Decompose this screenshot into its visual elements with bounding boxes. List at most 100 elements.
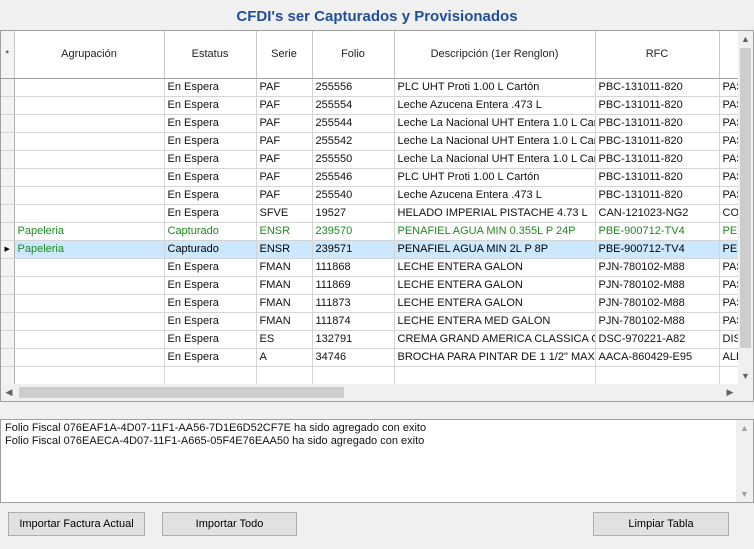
cell-agrupacion[interactable] xyxy=(14,294,165,313)
cell-serie[interactable]: PAF xyxy=(256,150,313,169)
cell-descripcion[interactable] xyxy=(394,366,596,384)
cell-estatus[interactable]: En Espera xyxy=(164,78,257,97)
cell-extra[interactable]: PEN xyxy=(719,222,738,241)
cell-estatus[interactable]: En Espera xyxy=(164,204,257,223)
cell-folio[interactable]: 239570 xyxy=(312,222,395,241)
cell-descripcion[interactable]: HELADO IMPERIAL PISTACHE 4.73 L xyxy=(394,204,596,223)
cell-extra[interactable]: PAS xyxy=(719,276,738,295)
table-row[interactable]: En Espera FMAN 111869 LECHE ENTERA GALON PJN… xyxy=(1,276,738,295)
row-header[interactable] xyxy=(1,258,15,277)
cell-folio[interactable]: 132791 xyxy=(312,330,395,349)
column-header-extra[interactable] xyxy=(719,31,738,79)
cell-descripcion[interactable]: LECHE ENTERA GALON xyxy=(394,276,596,295)
cell-serie[interactable]: PAF xyxy=(256,96,313,115)
cell-rfc[interactable]: AACA-860429-E95 xyxy=(595,348,720,367)
cell-rfc[interactable]: PBC-131011-820 xyxy=(595,150,720,169)
column-header-rfc[interactable]: RFC xyxy=(595,31,720,79)
cell-descripcion[interactable]: PLC UHT Proti 1.00 L Cartón xyxy=(394,78,596,97)
column-header-folio[interactable]: Folio xyxy=(312,31,395,79)
table-row[interactable]: Papeleria Capturado ENSR 239570 PENAFIEL AGU… xyxy=(1,222,738,241)
cell-folio[interactable]: 255540 xyxy=(312,186,395,205)
row-header[interactable] xyxy=(1,96,15,115)
cell-extra[interactable]: PAS xyxy=(719,312,738,331)
cell-descripcion[interactable]: CREMA GRAND AMERICA CLASSICA GALON xyxy=(394,330,596,349)
row-header[interactable]: ▶ xyxy=(1,240,15,259)
cell-agrupacion[interactable] xyxy=(14,168,165,187)
cell-estatus[interactable]: En Espera xyxy=(164,132,257,151)
cell-folio[interactable] xyxy=(312,366,395,384)
row-header[interactable] xyxy=(1,168,15,187)
cell-folio[interactable]: 19527 xyxy=(312,204,395,223)
cell-serie[interactable]: PAF xyxy=(256,78,313,97)
cell-descripcion[interactable]: Leche Azucena Entera .473 L xyxy=(394,186,596,205)
row-header[interactable] xyxy=(1,78,15,97)
table-row[interactable]: En Espera PAF 255542 Leche La Nacional UHT … xyxy=(1,132,738,151)
cell-serie[interactable] xyxy=(256,366,313,384)
table-row[interactable]: En Espera ES 132791 CREMA GRAND AMERICA CLA… xyxy=(1,330,738,349)
cell-descripcion[interactable]: Leche La Nacional UHT Entera 1.0 L Cartó… xyxy=(394,150,596,169)
cell-extra[interactable]: PAS xyxy=(719,294,738,313)
cell-estatus[interactable]: En Espera xyxy=(164,258,257,277)
scroll-up-icon[interactable]: ▲ xyxy=(738,31,753,47)
cell-estatus[interactable]: En Espera xyxy=(164,150,257,169)
cell-folio[interactable]: 239571 xyxy=(312,240,395,259)
import-all-button[interactable]: Importar Todo xyxy=(162,512,297,536)
cell-rfc[interactable]: PBC-131011-820 xyxy=(595,186,720,205)
grid-vertical-scrollbar[interactable]: ▲ ▼ xyxy=(738,31,753,384)
row-header[interactable] xyxy=(1,348,15,367)
table-row[interactable]: En Espera FMAN 111868 LECHE ENTERA GALON PJN… xyxy=(1,258,738,277)
cell-folio[interactable]: 111873 xyxy=(312,294,395,313)
cell-rfc[interactable]: PBC-131011-820 xyxy=(595,168,720,187)
table-row[interactable]: ▶ Papeleria Capturado ENSR 239571 PENAFIEL AG… xyxy=(1,240,738,259)
cell-extra[interactable]: ALF xyxy=(719,348,738,367)
table-row[interactable] xyxy=(1,366,738,384)
cell-serie[interactable]: PAF xyxy=(256,168,313,187)
cell-rfc[interactable]: PBC-131011-820 xyxy=(595,78,720,97)
cell-estatus[interactable]: En Espera xyxy=(164,294,257,313)
row-header[interactable] xyxy=(1,222,15,241)
row-header[interactable] xyxy=(1,312,15,331)
table-row[interactable]: En Espera SFVE 19527 HELADO IMPERIAL PISTAC… xyxy=(1,204,738,223)
cell-agrupacion[interactable] xyxy=(14,132,165,151)
column-header-agrupacion[interactable]: Agrupación xyxy=(14,31,165,79)
row-header[interactable] xyxy=(1,150,15,169)
scroll-down-icon[interactable]: ▼ xyxy=(738,368,753,384)
cell-descripcion[interactable]: Leche Azucena Entera .473 L xyxy=(394,96,596,115)
cell-estatus[interactable]: En Espera xyxy=(164,114,257,133)
cell-serie[interactable]: PAF xyxy=(256,132,313,151)
cell-extra[interactable]: CO xyxy=(719,204,738,223)
cell-descripcion[interactable]: LECHE ENTERA MED GALON xyxy=(394,312,596,331)
cell-rfc[interactable]: PBE-900712-TV4 xyxy=(595,240,720,259)
grid-horizontal-scrollbar[interactable]: ◀ ▶ xyxy=(1,384,738,401)
cell-agrupacion[interactable] xyxy=(14,312,165,331)
cell-agrupacion[interactable] xyxy=(14,114,165,133)
cell-agrupacion[interactable] xyxy=(14,96,165,115)
import-current-invoice-button[interactable]: Importar Factura Actual xyxy=(8,512,145,536)
cell-estatus[interactable]: En Espera xyxy=(164,276,257,295)
cell-folio[interactable]: 111868 xyxy=(312,258,395,277)
cell-agrupacion[interactable]: Papeleria xyxy=(14,240,165,259)
vertical-scroll-thumb[interactable] xyxy=(740,48,751,348)
cell-extra[interactable]: PAS xyxy=(719,114,738,133)
log-vertical-scrollbar[interactable]: ▲ ▼ xyxy=(736,420,753,502)
row-header[interactable] xyxy=(1,114,15,133)
cell-descripcion[interactable]: PLC UHT Proti 1.00 L Cartón xyxy=(394,168,596,187)
cell-extra[interactable] xyxy=(719,366,738,384)
cell-extra[interactable]: PAS xyxy=(719,150,738,169)
status-log[interactable]: Folio Fiscal 076EAF1A-4D07-11F1-AA56-7D1… xyxy=(0,419,754,503)
cell-agrupacion[interactable] xyxy=(14,204,165,223)
cell-agrupacion[interactable] xyxy=(14,276,165,295)
cell-rfc[interactable]: PJN-780102-M88 xyxy=(595,276,720,295)
cell-folio[interactable]: 34746 xyxy=(312,348,395,367)
cell-serie[interactable]: FMAN xyxy=(256,312,313,331)
cell-rfc[interactable] xyxy=(595,366,720,384)
row-header[interactable] xyxy=(1,186,15,205)
cell-estatus[interactable]: Capturado xyxy=(164,240,257,259)
cell-folio[interactable]: 255550 xyxy=(312,150,395,169)
cell-rfc[interactable]: PJN-780102-M88 xyxy=(595,258,720,277)
column-header-estatus[interactable]: Estatus xyxy=(164,31,257,79)
cell-descripcion[interactable]: BROCHA PARA PINTAR DE 1 1/2" MAX 1 xyxy=(394,348,596,367)
cell-rfc[interactable]: CAN-121023-NG2 xyxy=(595,204,720,223)
table-row[interactable]: En Espera PAF 255554 Leche Azucena Entera .… xyxy=(1,96,738,115)
cell-estatus[interactable]: En Espera xyxy=(164,168,257,187)
